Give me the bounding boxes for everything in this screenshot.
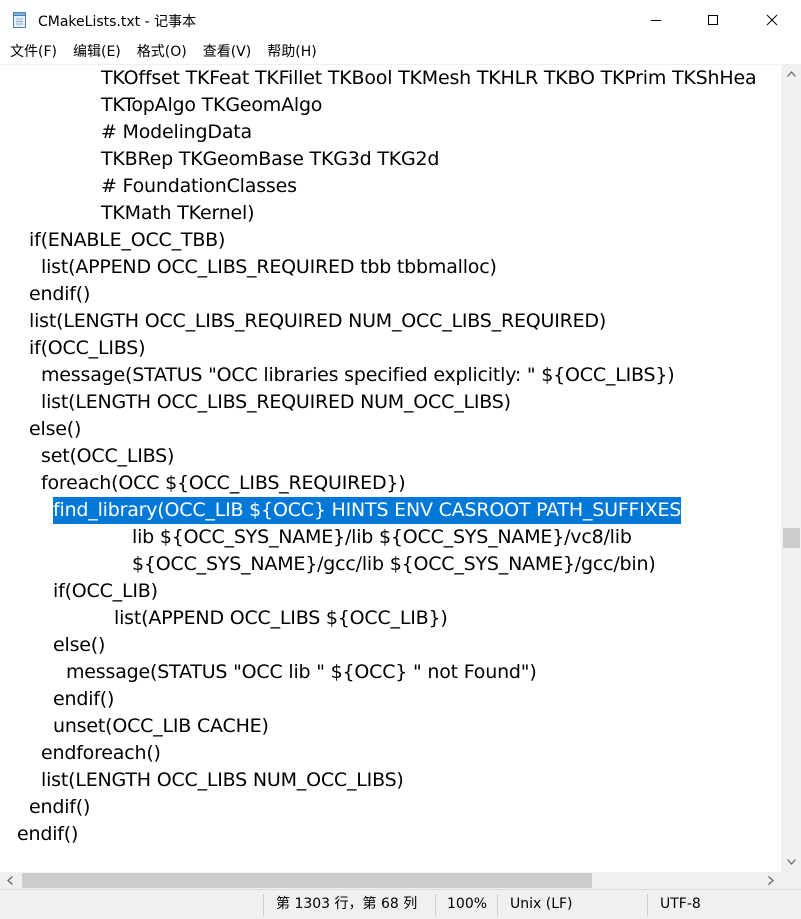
code-line: unset(OCC_LIB CACHE): [53, 715, 269, 737]
code-line: foreach(OCC ${OCC_LIBS_REQUIRED}): [41, 472, 406, 494]
code-line: else(): [29, 418, 82, 440]
menu-help[interactable]: 帮助(H): [258, 40, 323, 64]
selected-code-line: find_library(OCC_LIB ${OCC} HINTS ENV CA…: [53, 497, 681, 524]
horizontal-scrollbar[interactable]: [0, 872, 781, 889]
menu-view[interactable]: 查看(V): [194, 40, 259, 64]
scroll-left-button[interactable]: [0, 872, 20, 889]
code-line: else(): [53, 634, 106, 656]
scroll-down-button[interactable]: [781, 852, 801, 872]
horizontal-scroll-thumb[interactable]: [22, 873, 592, 888]
title-bar[interactable]: CMakeLists.txt - 记事本: [0, 0, 801, 40]
encoding: UTF-8: [660, 896, 701, 912]
code-line: set(OCC_LIBS): [41, 445, 175, 467]
code-line: if(OCC_LIB): [53, 580, 158, 602]
status-divider: [497, 894, 498, 916]
code-line: endif(): [17, 823, 79, 845]
status-divider: [263, 894, 264, 916]
vertical-scrollbar[interactable]: [781, 64, 801, 872]
code-line: endif(): [53, 688, 115, 710]
status-divider: [435, 894, 436, 916]
menu-format[interactable]: 格式(O): [128, 40, 194, 64]
code-line: TKMath TKernel): [101, 202, 255, 224]
code-line: endforeach(): [41, 742, 161, 764]
maximize-button[interactable]: [690, 0, 736, 40]
code-line: list(APPEND OCC_LIBS ${OCC_LIB}): [114, 607, 448, 629]
code-line: TKOffset TKFeat TKFillet TKBool TKMesh T…: [101, 67, 757, 89]
menu-bar: 文件(F) 编辑(E) 格式(O) 查看(V) 帮助(H): [0, 40, 801, 64]
code-line: list(APPEND OCC_LIBS_REQUIRED tbb tbbmal…: [41, 256, 497, 278]
code-line: list(LENGTH OCC_LIBS_REQUIRED NUM_OCC_LI…: [29, 310, 607, 332]
cursor-position: 第 1303 行，第 68 列: [276, 896, 418, 912]
menu-file[interactable]: 文件(F): [0, 40, 64, 64]
chevron-up-icon: [786, 71, 796, 77]
notepad-window: CMakeLists.txt - 记事本 文件(F) 编辑(E) 格式(O) 查…: [0, 0, 801, 919]
code-line: list(LENGTH OCC_LIBS NUM_OCC_LIBS): [41, 769, 404, 791]
code-line: endif(): [29, 283, 91, 305]
code-line: message(STATUS "OCC lib " ${OCC} " not F…: [66, 661, 537, 683]
line-ending: Unix (LF): [510, 896, 573, 912]
code-line: TKTopAlgo TKGeomAlgo: [101, 94, 323, 116]
status-divider: [647, 894, 648, 916]
menu-edit[interactable]: 编辑(E): [64, 40, 128, 64]
minimize-icon: [651, 20, 661, 21]
zoom-level: 100%: [447, 896, 488, 912]
scroll-up-button[interactable]: [781, 64, 801, 84]
minimize-button[interactable]: [633, 0, 679, 40]
code-line: message(STATUS "OCC libraries specified …: [41, 364, 675, 386]
code-line: # ModelingData: [101, 121, 252, 143]
window-title: CMakeLists.txt - 记事本: [38, 14, 197, 30]
code-line: if(ENABLE_OCC_TBB): [29, 229, 226, 251]
scrollbar-corner: [781, 872, 801, 889]
chevron-left-icon: [7, 876, 13, 885]
close-icon: [766, 14, 778, 26]
code-line: if(OCC_LIBS): [29, 337, 146, 359]
code-line: lib ${OCC_SYS_NAME}/lib ${OCC_SYS_NAME}/…: [132, 526, 632, 548]
chevron-down-icon: [786, 859, 796, 865]
code-line: ${OCC_SYS_NAME}/gcc/lib ${OCC_SYS_NAME}/…: [132, 553, 656, 575]
maximize-icon: [708, 15, 718, 25]
status-bar: 第 1303 行，第 68 列 100% Unix (LF) UTF-8: [0, 889, 801, 919]
code-line: endif(): [29, 796, 91, 818]
scroll-right-button[interactable]: [761, 872, 781, 889]
chevron-right-icon: [768, 876, 774, 885]
close-button[interactable]: [749, 0, 795, 40]
code-line: list(LENGTH OCC_LIBS_REQUIRED NUM_OCC_LI…: [41, 391, 511, 413]
code-line: # FoundationClasses: [101, 175, 297, 197]
text-editor[interactable]: TKOffset TKFeat TKFillet TKBool TKMesh T…: [0, 64, 781, 873]
vertical-scroll-thumb[interactable]: [783, 528, 800, 548]
code-line: TKBRep TKGeomBase TKG3d TKG2d: [101, 148, 440, 170]
notepad-icon: [12, 11, 28, 29]
